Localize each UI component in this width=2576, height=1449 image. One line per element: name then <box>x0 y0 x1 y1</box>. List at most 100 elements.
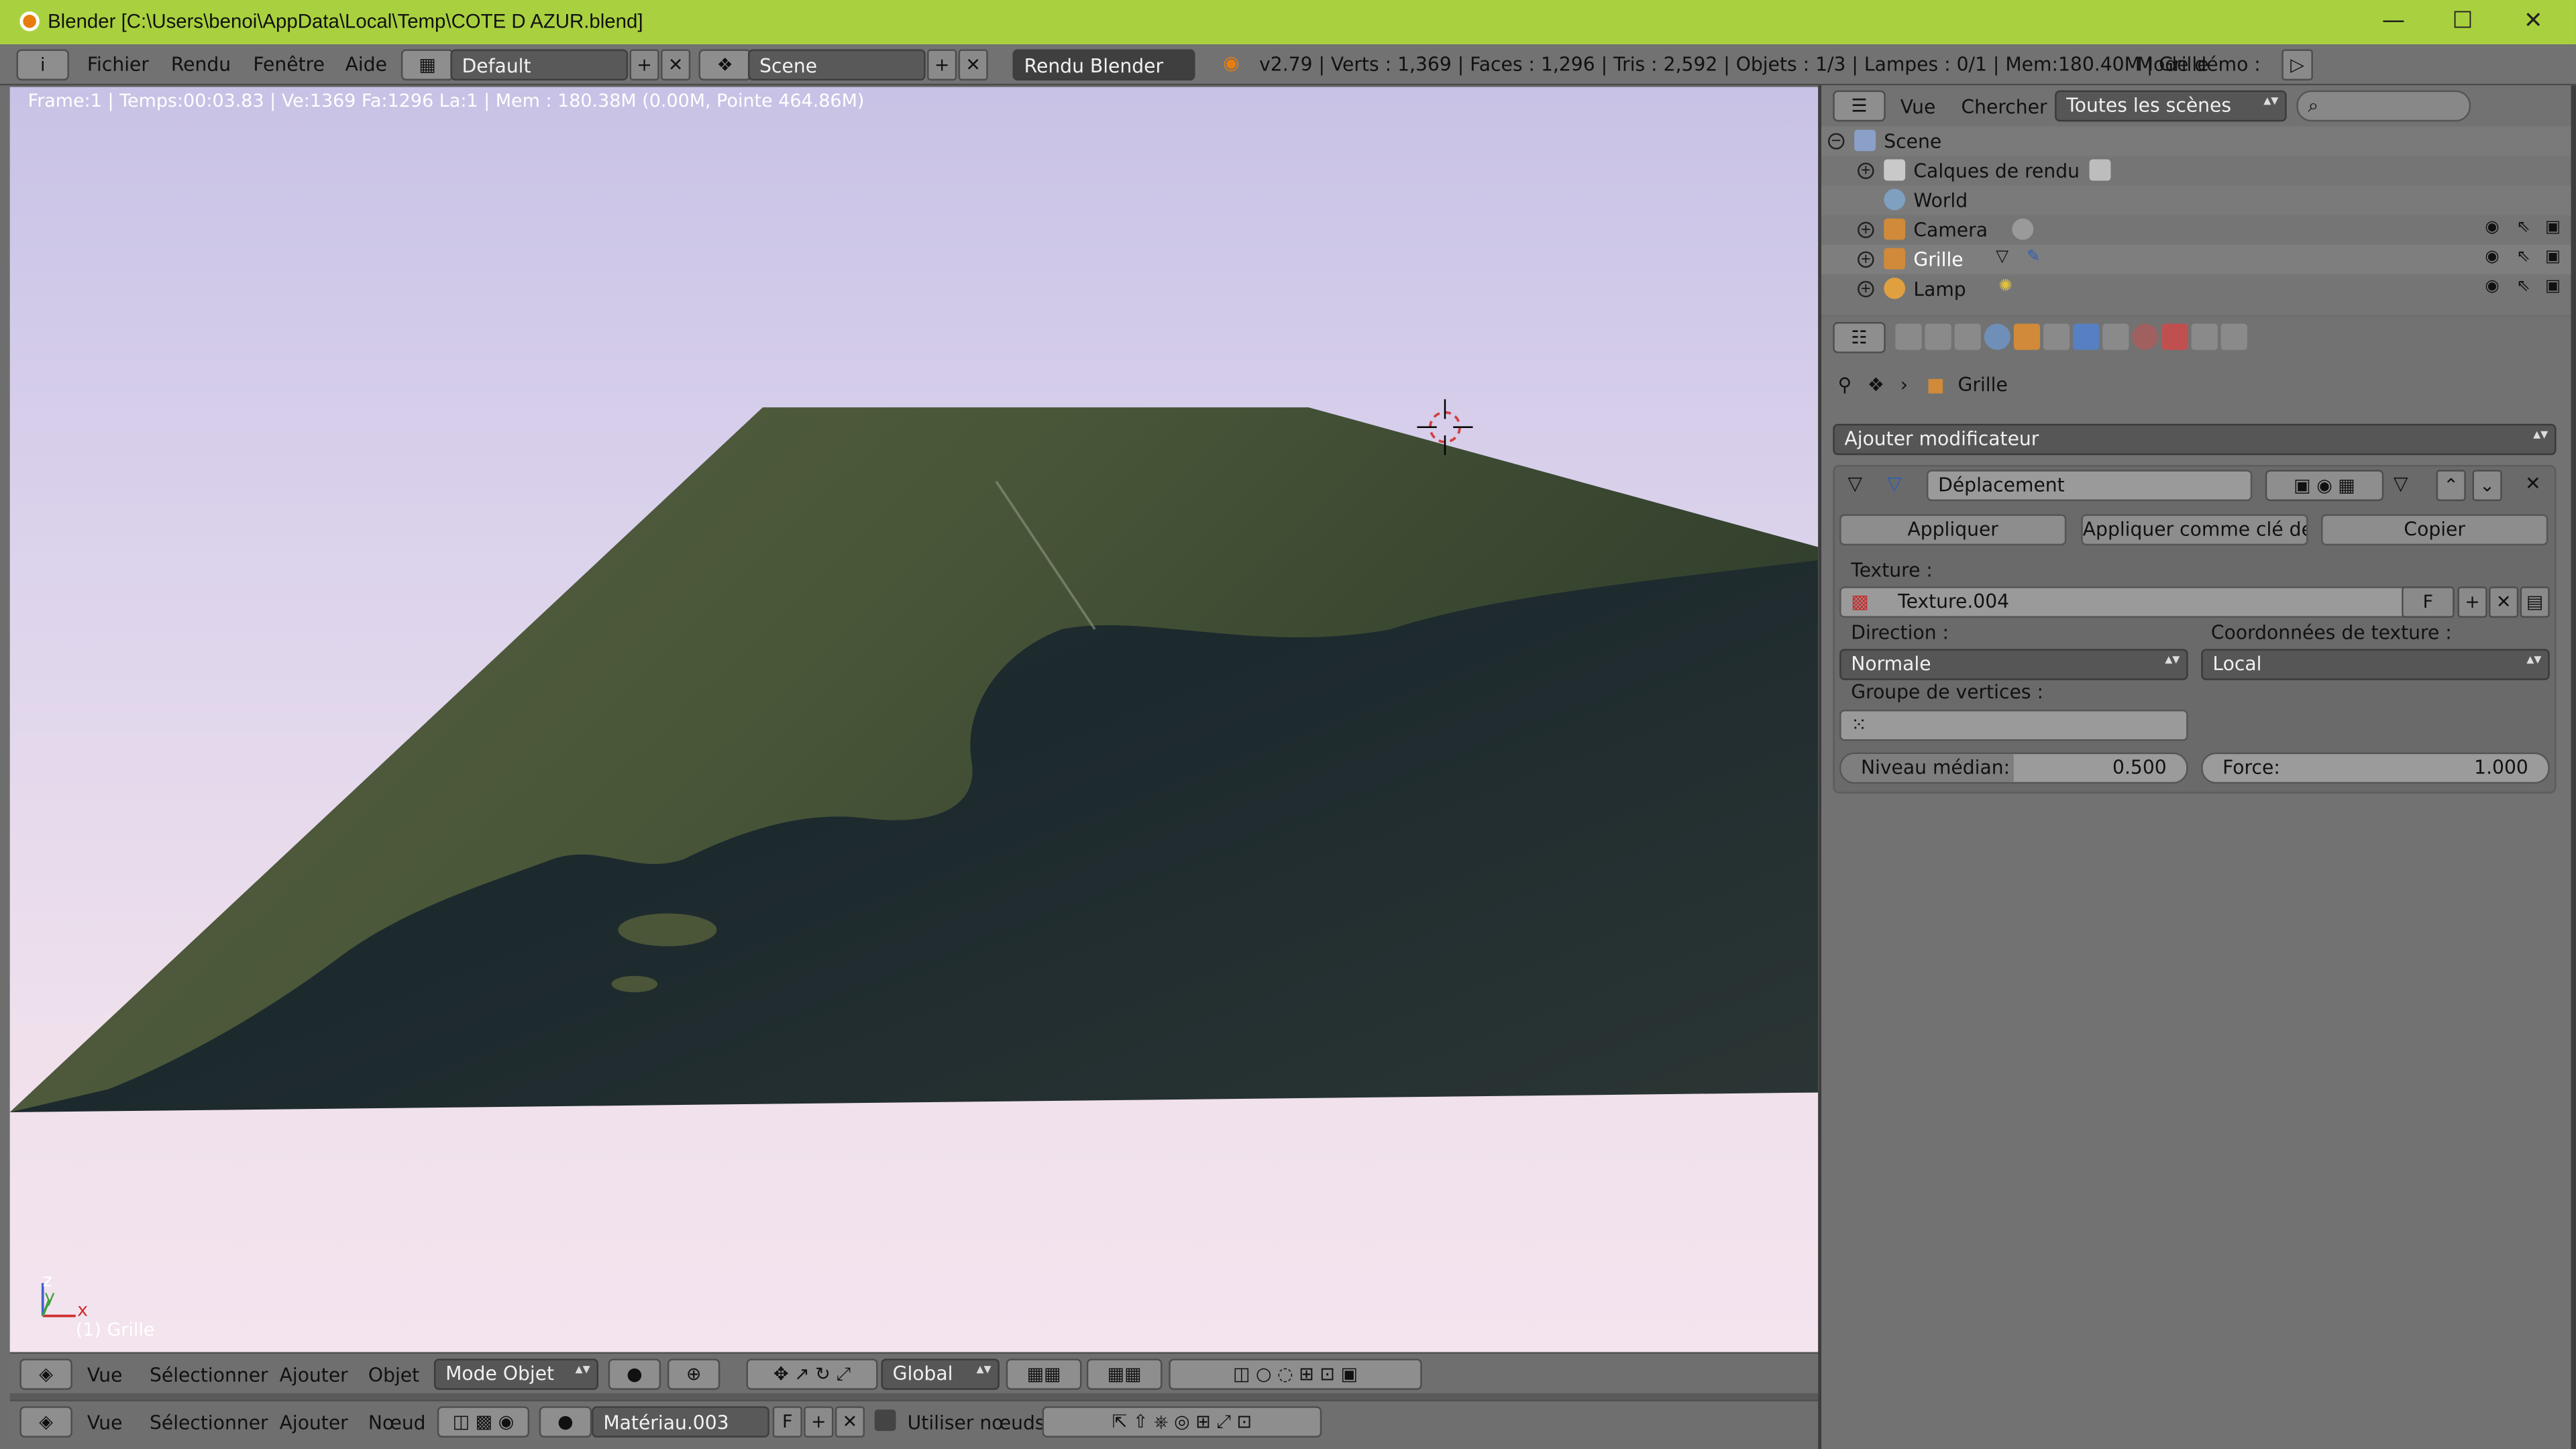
use-nodes-checkbox[interactable] <box>874 1409 896 1432</box>
remove-material-icon[interactable]: ✕ <box>835 1406 865 1438</box>
browse-texture-icon[interactable]: ▤ <box>2520 586 2550 618</box>
render-layers-tab-icon[interactable] <box>1925 323 1951 350</box>
outliner-row-scene[interactable]: − Scene <box>1821 126 2571 156</box>
maximize-button[interactable]: ☐ <box>2426 0 2499 44</box>
outliner-view-menu[interactable]: Vue <box>1900 95 1936 118</box>
eye-icon[interactable]: ◉ <box>2482 278 2502 297</box>
layout-field[interactable]: Default <box>450 49 629 81</box>
add-menu[interactable]: Ajouter <box>280 1364 348 1387</box>
modifiers-tab-icon[interactable] <box>2073 323 2100 350</box>
node-add-menu[interactable]: Ajouter <box>280 1411 348 1434</box>
move-up-icon[interactable]: ⌃ <box>2436 470 2466 501</box>
select-menu[interactable]: Sélectionner <box>150 1364 268 1387</box>
eye-icon[interactable]: ◉ <box>2482 248 2502 268</box>
node-select-menu[interactable]: Sélectionner <box>150 1411 268 1434</box>
texture-coords-select[interactable]: Local ▴▾ <box>2201 649 2550 680</box>
scene-icon[interactable]: ❖ <box>698 49 751 81</box>
layers-icon[interactable]: ▦▦ <box>1006 1358 1082 1390</box>
modifier-display-toggles[interactable]: ▣ ◉ ▦ <box>2265 470 2384 501</box>
collapse-triangle-icon[interactable]: ▽ <box>1847 472 1862 494</box>
apply-button[interactable]: Appliquer <box>1839 514 2067 546</box>
editor-type-info-icon[interactable]: i <box>16 49 69 81</box>
move-down-icon[interactable]: ⌄ <box>2472 470 2502 501</box>
eye-icon[interactable]: ◉ <box>2482 219 2502 238</box>
modifier-name-input[interactable]: Déplacement <box>1926 470 2253 501</box>
add-scene-icon[interactable]: + <box>927 49 957 81</box>
texture-fake-user-button[interactable]: F <box>2402 586 2455 618</box>
render-camera-icon[interactable]: ▣ <box>2543 278 2563 297</box>
remove-scene-icon[interactable]: ✕ <box>958 49 988 81</box>
cage-icon[interactable]: ▽ <box>2394 472 2408 494</box>
material-tab-icon[interactable] <box>2132 323 2159 350</box>
pivot-icon[interactable]: ⊕ <box>667 1358 720 1390</box>
outliner-search-input[interactable]: ⌕ <box>2296 90 2471 122</box>
view-menu[interactable]: Vue <box>87 1364 123 1387</box>
unlink-texture-icon[interactable]: ✕ <box>2489 586 2519 618</box>
object-menu[interactable]: Objet <box>368 1364 419 1387</box>
pin-icon[interactable]: ⚲ <box>1838 373 1852 396</box>
screen-layout-icon[interactable]: ▦ <box>400 49 454 81</box>
properties-editor-icon[interactable]: ☷ <box>1833 322 1886 354</box>
constraints-tab-icon[interactable] <box>2043 323 2070 350</box>
outliner-row-world[interactable]: World <box>1821 185 2571 215</box>
outliner-row-grille[interactable]: + Grille ▽ ✎ ◉ ⇖ ▣ <box>1821 244 2571 274</box>
render-camera-icon[interactable]: ▣ <box>2543 219 2563 238</box>
mode-select[interactable]: Mode Objet ▴▾ <box>433 1358 598 1390</box>
minimize-button[interactable]: — <box>2357 0 2430 44</box>
render-engine-select[interactable]: Rendu Blender <box>1012 49 1195 81</box>
mesh-data-tab-icon[interactable] <box>2102 323 2129 350</box>
orientation-select[interactable]: Global ▴▾ <box>881 1358 1000 1390</box>
close-button[interactable]: ✕ <box>2497 0 2569 44</box>
cursor-select-icon[interactable]: ⇖ <box>2514 278 2533 297</box>
strength-field[interactable]: Force: 1.000 <box>2201 752 2550 784</box>
outliner-row-camera[interactable]: + Camera ◉ ⇖ ▣ <box>1821 215 2571 245</box>
node-editor-icon[interactable]: ◈ <box>19 1406 72 1438</box>
add-layout-icon[interactable]: + <box>629 49 659 81</box>
outliner-search-menu[interactable]: Chercher <box>1961 95 2047 118</box>
collapse-icon[interactable]: − <box>1827 133 1845 150</box>
node-tree-type-icons[interactable]: ◫ ▩ ◉ <box>437 1406 530 1438</box>
shading-mode-icon[interactable]: ● <box>608 1358 661 1390</box>
particles-tab-icon[interactable] <box>2191 323 2218 350</box>
remove-layout-icon[interactable]: ✕ <box>661 49 691 81</box>
direction-select[interactable]: Normale ▴▾ <box>1839 649 2188 680</box>
render-tab-icon[interactable] <box>1895 323 1922 350</box>
menu-rendu[interactable]: Rendu <box>171 52 231 75</box>
midlevel-slider[interactable]: Niveau médian: 0.500 <box>1839 752 2188 784</box>
render-camera-icon[interactable]: ▣ <box>2543 248 2563 268</box>
world-tab-icon[interactable] <box>1984 323 2010 350</box>
outliner-display-mode-select[interactable]: Toutes les scènes ▴▾ <box>2055 90 2287 122</box>
node-tool-icons[interactable]: ⇱ ⇧ ⎈ ◎ ⊞ ⤢ ⊡ <box>1042 1406 1322 1438</box>
scene-tab-icon[interactable] <box>1954 323 1981 350</box>
manipulator-icons[interactable]: ✥ ↗ ↻ ⤢ <box>746 1358 878 1390</box>
expand-icon[interactable]: + <box>1858 221 1874 239</box>
outliner-row-render-layers[interactable]: + Calques de rendu <box>1821 156 2571 186</box>
node-view-menu[interactable]: Vue <box>87 1411 123 1434</box>
fake-user-button[interactable]: F <box>772 1406 802 1438</box>
menu-fichier[interactable]: Fichier <box>87 52 149 75</box>
layers-2-icon[interactable]: ▦▦ <box>1086 1358 1163 1390</box>
3d-viewport[interactable]: Frame:1 | Temps:00:03.83 | Ve:1369 Fa:12… <box>9 87 1819 1352</box>
copy-modifier-button[interactable]: Copier <box>2321 514 2548 546</box>
expand-icon[interactable]: + <box>1858 162 1874 179</box>
cursor-select-icon[interactable]: ⇖ <box>2514 219 2533 238</box>
3d-view-editor-icon[interactable]: ◈ <box>19 1358 72 1390</box>
physics-tab-icon[interactable] <box>2220 323 2247 350</box>
add-modifier-select[interactable]: Ajouter modificateur ▴▾ <box>1833 423 2557 455</box>
node-menu[interactable]: Nœud <box>368 1411 426 1434</box>
snap-tools-icons[interactable]: ◫ ○ ◌ ⊞ ⊡ ▣ <box>1169 1358 1422 1390</box>
add-material-icon[interactable]: + <box>804 1406 834 1438</box>
menu-fenetre[interactable]: Fenêtre <box>253 52 325 75</box>
material-icon[interactable]: ● <box>539 1406 592 1438</box>
cursor-select-icon[interactable]: ⇖ <box>2514 248 2533 268</box>
remove-modifier-icon[interactable]: ✕ <box>2525 472 2541 494</box>
outliner-row-lamp[interactable]: + Lamp ✺ ◉ ⇖ ▣ <box>1821 274 2571 304</box>
expand-icon[interactable]: + <box>1858 251 1874 268</box>
apply-as-shapekey-button[interactable]: Appliquer comme clé de f... <box>2081 514 2308 546</box>
object-tab-icon[interactable] <box>2013 323 2041 350</box>
play-icon[interactable]: ▷ <box>2282 49 2313 81</box>
menu-aide[interactable]: Aide <box>345 52 387 75</box>
texture-tab-icon[interactable] <box>2161 323 2188 350</box>
vertex-group-input[interactable]: ⁙ <box>1839 709 2188 741</box>
new-texture-icon[interactable]: + <box>2457 586 2487 618</box>
